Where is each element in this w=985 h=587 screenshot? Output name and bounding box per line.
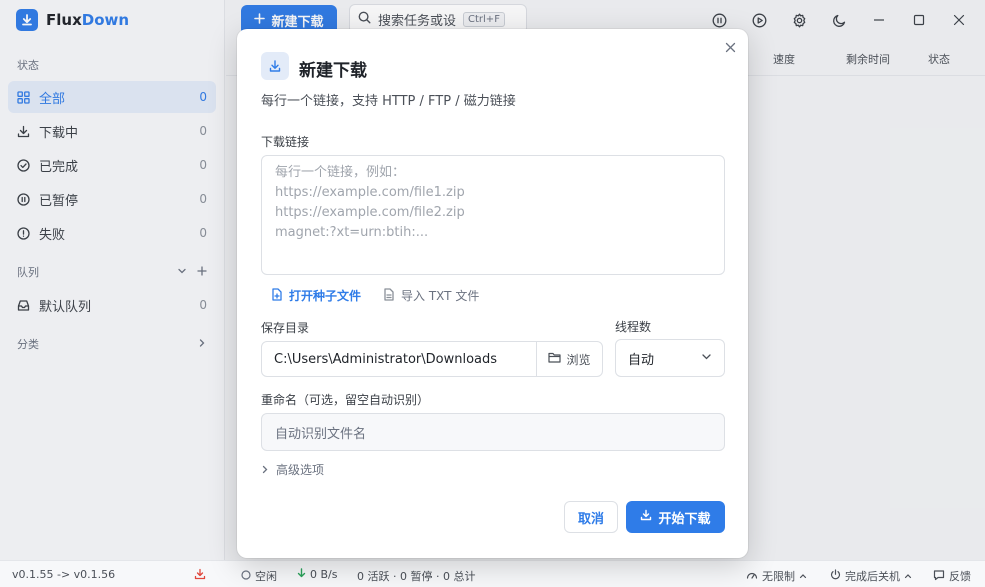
arrow-down-icon — [297, 568, 306, 581]
task-summary: 0 活跃 · 0 暂停 · 0 总计 — [357, 570, 476, 583]
rename-input[interactable]: 自动识别文件名 — [261, 413, 725, 451]
shutdown-toggle[interactable]: 完成后关机 — [830, 568, 912, 584]
close-icon[interactable] — [722, 39, 738, 55]
file-text-icon — [383, 287, 395, 304]
threads-select[interactable]: 自动 — [615, 339, 725, 377]
feedback-icon — [933, 569, 945, 584]
download-icon — [640, 509, 652, 525]
chevron-up-icon — [904, 570, 912, 583]
cancel-button[interactable]: 取消 — [564, 501, 618, 533]
dialog-subtitle: 每行一个链接，支持 HTTP / FTP / 磁力链接 — [261, 94, 516, 109]
feedback-button[interactable]: 反馈 — [933, 568, 971, 584]
file-plus-icon — [271, 287, 283, 304]
url-textarea[interactable]: 每行一个链接，例如： https://example.com/file1.zip… — [261, 155, 725, 275]
update-download-icon[interactable] — [194, 568, 206, 580]
rename-label: 重命名（可选，留空自动识别） — [261, 393, 430, 407]
save-dir-value[interactable]: C:\Users\Administrator\Downloads — [262, 352, 536, 367]
folder-icon — [548, 352, 562, 366]
import-actions: 打开种子文件 导入 TXT 文件 — [271, 287, 479, 304]
speed-limit-toggle[interactable]: 无限制 — [746, 568, 807, 584]
open-torrent-button[interactable]: 打开种子文件 — [271, 287, 361, 304]
gauge-icon — [746, 569, 758, 584]
advanced-options-toggle[interactable]: 高级选项 — [261, 461, 324, 478]
power-icon — [830, 569, 841, 583]
new-download-dialog: 新建下载 每行一个链接，支持 HTTP / FTP / 磁力链接 下载链接 每行… — [237, 29, 748, 558]
chevron-up-icon — [799, 570, 807, 583]
start-download-button[interactable]: 开始下载 — [626, 501, 725, 533]
threads-label: 线程数 — [615, 320, 652, 334]
save-dir-label: 保存目录 — [261, 321, 310, 335]
browse-button[interactable]: 浏览 — [536, 342, 602, 376]
chevron-right-icon — [261, 463, 269, 477]
download-icon — [261, 52, 289, 80]
idle-status: 空闲 — [241, 568, 277, 584]
dialog-title: 新建下载 — [299, 61, 367, 81]
status-bar: v0.1.55 -> v0.1.56 空闲 0 B/s 0 活跃 · 0 暂停 … — [0, 560, 985, 587]
chevron-down-icon — [701, 351, 712, 366]
version-text: v0.1.55 -> v0.1.56 — [12, 568, 116, 581]
import-txt-button[interactable]: 导入 TXT 文件 — [383, 287, 479, 304]
idle-icon — [241, 569, 251, 583]
url-label: 下载链接 — [261, 135, 310, 149]
save-dir-field[interactable]: C:\Users\Administrator\Downloads 浏览 — [261, 341, 603, 377]
download-speed: 0 B/s — [297, 568, 337, 581]
